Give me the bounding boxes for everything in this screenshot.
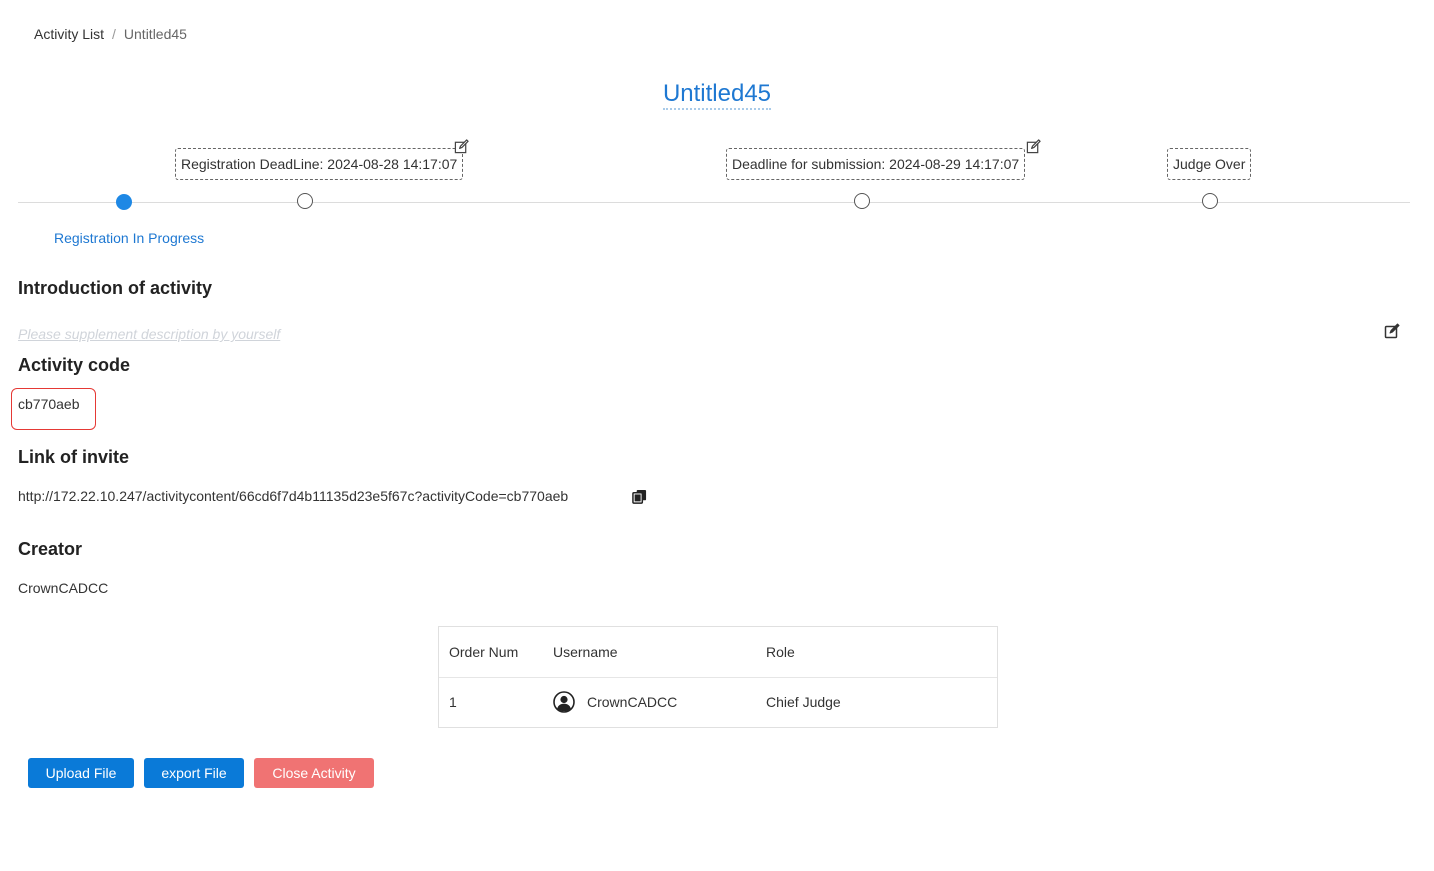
column-header-role: Role	[766, 644, 795, 660]
breadcrumb: Activity List / Untitled45	[34, 26, 187, 42]
intro-description-placeholder[interactable]: Please supplement description by yoursel…	[18, 326, 280, 342]
judge-over-label: Judge Over	[1167, 148, 1252, 180]
export-file-button[interactable]: export File	[144, 758, 244, 788]
edit-description-icon[interactable]	[1384, 323, 1400, 339]
breadcrumb-separator: /	[112, 26, 116, 42]
cell-order-num: 1	[449, 694, 457, 710]
intro-heading: Introduction of activity	[18, 278, 213, 298]
creator-name: CrownCADCC	[18, 580, 109, 596]
page-title-container: Untitled45	[0, 80, 1434, 110]
timeline-node-registration-start	[116, 194, 132, 210]
page-title[interactable]: Untitled45	[662, 80, 772, 110]
timeline-node-judge-over	[1202, 193, 1218, 209]
invite-link-heading: Link of invite	[18, 447, 130, 467]
close-activity-button[interactable]: Close Activity	[254, 758, 374, 788]
breadcrumb-activity-list[interactable]: Activity List	[34, 26, 104, 42]
invite-link-value: http://172.22.10.247/activitycontent/66c…	[18, 488, 569, 504]
user-avatar-icon	[553, 691, 575, 713]
submission-deadline-label: Deadline for submission: 2024-08-29 14:1…	[726, 148, 1026, 180]
breadcrumb-current: Untitled45	[123, 26, 187, 42]
activity-code-value: cb770aeb	[18, 396, 80, 412]
copy-icon[interactable]	[632, 489, 647, 504]
registration-deadline-label: Registration DeadLine: 2024-08-28 14:17:…	[175, 148, 464, 180]
upload-file-button[interactable]: Upload File	[28, 758, 134, 788]
cell-username: CrownCADCC	[553, 677, 753, 727]
members-table: Order Num Username Role 1 CrownCADCC Chi…	[438, 626, 998, 728]
table-header-row: Order Num Username Role	[439, 627, 997, 678]
column-header-order-num: Order Num	[449, 644, 519, 660]
activity-code-heading: Activity code	[18, 355, 131, 375]
column-header-username: Username	[553, 644, 618, 660]
cell-role: Chief Judge	[766, 694, 841, 710]
username-text: CrownCADCC	[587, 694, 678, 710]
edit-icon[interactable]	[454, 139, 469, 154]
creator-heading: Creator	[18, 539, 83, 559]
timeline-node-registration-deadline	[297, 193, 313, 209]
table-row: 1 CrownCADCC Chief Judge	[439, 677, 997, 727]
timeline-node-submission-deadline	[854, 193, 870, 209]
timeline-status: Registration In Progress	[54, 230, 205, 246]
edit-icon[interactable]	[1026, 139, 1041, 154]
